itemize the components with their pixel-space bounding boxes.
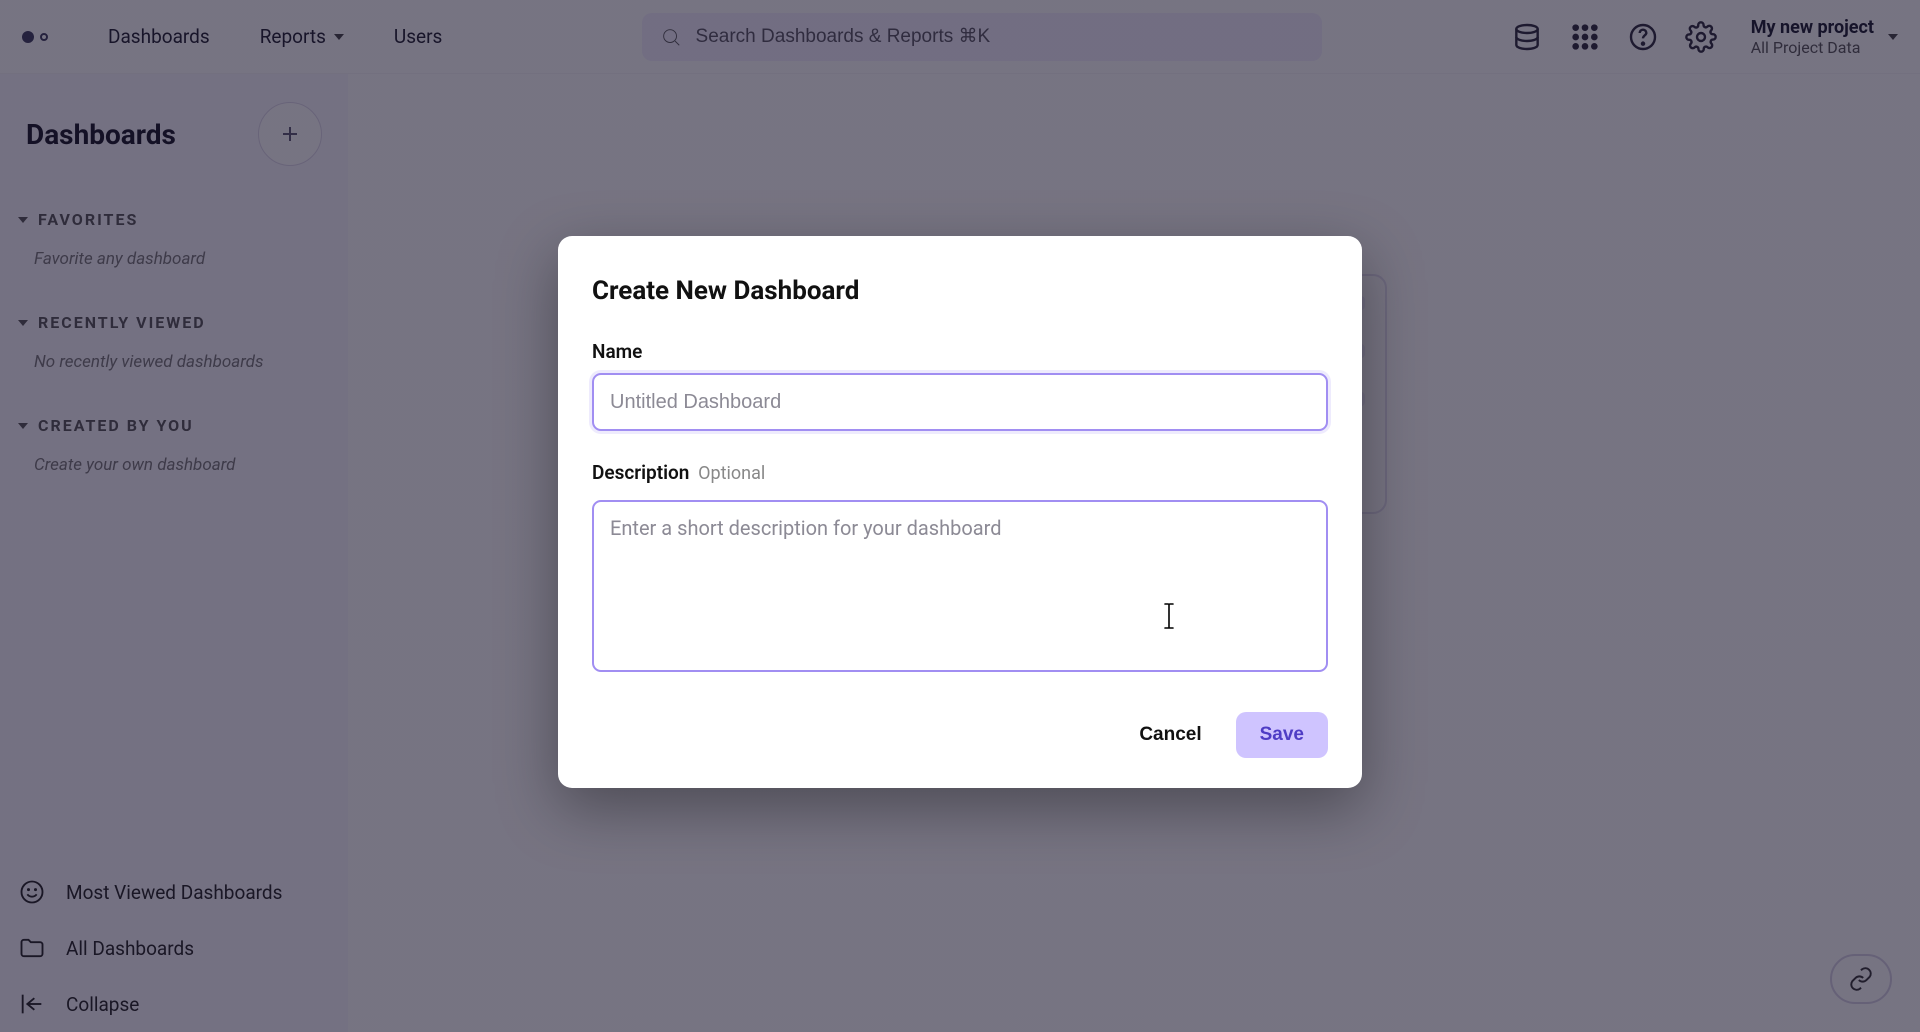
name-label: Name — [592, 340, 1328, 363]
modal-footer: Cancel Save — [592, 712, 1328, 758]
description-label: Description Optional — [592, 461, 1328, 484]
dashboard-name-input[interactable] — [592, 373, 1328, 431]
modal-title: Create New Dashboard — [592, 276, 1328, 306]
dashboard-description-input[interactable] — [592, 500, 1328, 672]
cancel-button[interactable]: Cancel — [1117, 712, 1223, 758]
description-optional: Optional — [698, 463, 765, 484]
description-label-text: Description — [592, 461, 689, 484]
save-button[interactable]: Save — [1236, 712, 1328, 758]
create-dashboard-modal: Create New Dashboard Name Description Op… — [558, 236, 1362, 788]
